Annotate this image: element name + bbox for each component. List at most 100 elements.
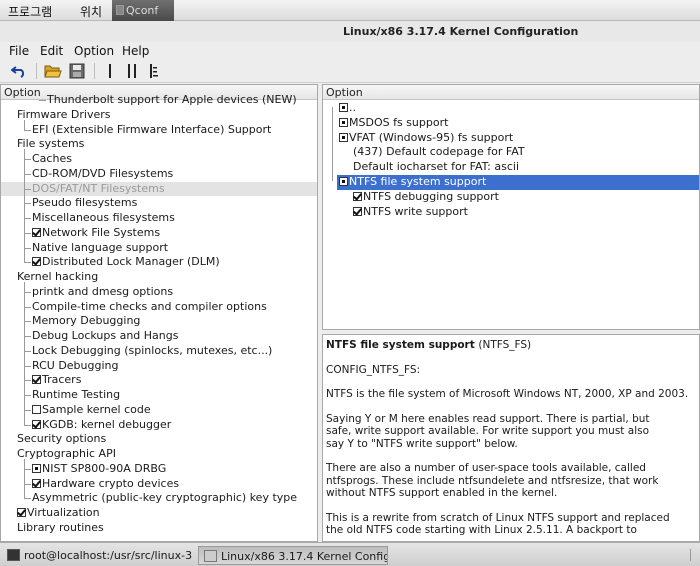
- tree-branch-line: [24, 350, 31, 352]
- menu-help[interactable]: Help: [122, 44, 149, 58]
- tree-branch-line: [24, 291, 31, 293]
- tree-row-label: Network File Systems: [42, 225, 161, 239]
- tree-row[interactable]: NIST SP800-90A DRBG: [32, 462, 317, 477]
- tree-row[interactable]: Library routines: [17, 521, 317, 536]
- tree-row[interactable]: KGDB: kernel debugger: [32, 418, 317, 433]
- tree-row[interactable]: Native language support: [32, 241, 317, 256]
- window-title-bar[interactable]: Linux/x86 3.17.4 Kernel Configuration: [0, 21, 700, 42]
- help-config-name: CONFIG_NTFS_FS:: [326, 363, 421, 376]
- places-menu[interactable]: 위치: [80, 3, 102, 20]
- tree-row[interactable]: Kernel hacking: [17, 270, 317, 285]
- tree-row[interactable]: printk and dmesg options: [32, 285, 317, 300]
- tree-row[interactable]: Virtualization: [17, 506, 317, 521]
- tree-row-label: Default iocharset for FAT: ascii: [353, 160, 520, 174]
- tree-row-label: Memory Debugging: [32, 314, 141, 328]
- system-top-panel: 프로그램 위치 Qconf: [0, 0, 700, 21]
- menu-file[interactable]: File: [9, 44, 29, 58]
- tree-row[interactable]: VFAT (Windows-95) fs support: [339, 131, 699, 146]
- checkbox[interactable]: [17, 508, 26, 517]
- tree-branch-line: [24, 247, 31, 249]
- menu-option[interactable]: Option: [74, 44, 114, 58]
- tree-branch-line: [24, 483, 31, 485]
- tree-row[interactable]: EFI (Extensible Firmware Interface) Supp…: [32, 123, 317, 138]
- checkbox[interactable]: [353, 191, 362, 201]
- terminal-task-button[interactable]: root@localhost:/usr/src/linux-3...: [2, 546, 192, 565]
- tree-row[interactable]: DOS/FAT/NT Filesystems: [1, 181, 317, 197]
- help-text-pane[interactable]: NTFS file system support (NTFS_FS) CONFI…: [322, 334, 700, 542]
- tree-row-label: Distributed Lock Manager (DLM): [42, 255, 220, 269]
- menu-edit[interactable]: Edit: [40, 44, 63, 58]
- tree-guide-line: [24, 459, 25, 499]
- tree-row[interactable]: ..: [339, 101, 699, 116]
- checkbox[interactable]: [32, 419, 41, 429]
- tree-row[interactable]: Miscellaneous filesystems: [32, 211, 317, 226]
- config-list-pane[interactable]: Option .. MSDOS fs support VFAT (Windows-9…: [322, 84, 700, 330]
- workspace-switcher[interactable]: [690, 549, 696, 561]
- tree-branch-line: [24, 380, 31, 382]
- tree-branch-line: [24, 409, 31, 411]
- tree-row[interactable]: Thunderbolt support for Apple devices (N…: [47, 93, 317, 108]
- tree-row[interactable]: MSDOS fs support: [339, 116, 699, 131]
- expand-toggle-icon[interactable]: [339, 177, 348, 186]
- tree-row[interactable]: RCU Debugging: [32, 359, 317, 374]
- tree-row-label: Thunderbolt support for Apple devices (N…: [47, 93, 297, 106]
- save-icon: [69, 63, 85, 79]
- menu-tree-pane[interactable]: Option Thunderbolt support for Apple dev…: [0, 84, 318, 542]
- tree-row[interactable]: Asymmetric (public-key cryptographic) ke…: [32, 491, 317, 506]
- expand-toggle-icon[interactable]: [32, 463, 41, 473]
- tree-row[interactable]: CD-ROM/DVD Filesystems: [32, 167, 317, 182]
- tree-row[interactable]: File systems: [17, 137, 317, 152]
- checkbox[interactable]: [32, 404, 41, 414]
- qconf-task-button[interactable]: Qconf: [112, 0, 174, 21]
- tree-guide-line: [332, 107, 333, 181]
- tree-row[interactable]: Firmware Drivers: [17, 108, 317, 123]
- expand-toggle-icon[interactable]: [339, 103, 348, 112]
- terminal-icon: [7, 549, 20, 561]
- tree-row[interactable]: Runtime Testing: [32, 388, 317, 403]
- tree-branch-line: [24, 498, 31, 500]
- bottom-taskbar: root@localhost:/usr/src/linux-3... Linux…: [0, 542, 700, 566]
- right-pane-header[interactable]: Option: [323, 85, 699, 100]
- single-view-button[interactable]: [100, 61, 120, 81]
- save-button[interactable]: [66, 61, 88, 81]
- tree-row[interactable]: NTFS write support: [353, 204, 699, 220]
- tree-branch-line: [24, 159, 31, 160]
- tree-row[interactable]: Caches: [32, 152, 317, 167]
- tree-row[interactable]: Compile-time checks and compiler options: [32, 300, 317, 315]
- tree-row[interactable]: Distributed Lock Manager (DLM): [32, 255, 317, 270]
- tree-row[interactable]: Lock Debugging (spinlocks, mutexes, etc.…: [32, 344, 317, 359]
- checkbox[interactable]: [32, 478, 41, 488]
- kernel-config-task-button[interactable]: Linux/x86 3.17.4 Kernel Configu...: [198, 546, 388, 565]
- split-view-button[interactable]: [122, 61, 142, 81]
- tree-row[interactable]: Sample kernel code: [32, 403, 317, 418]
- tree-row[interactable]: (437) Default codepage for FAT: [353, 145, 699, 160]
- tree-row[interactable]: Hardware crypto devices: [32, 477, 317, 492]
- tree-row-label: NTFS write support: [363, 204, 468, 218]
- tree-row-label: Miscellaneous filesystems: [32, 211, 175, 224]
- checkbox[interactable]: [32, 375, 41, 385]
- checkbox[interactable]: [32, 257, 41, 267]
- applications-menu[interactable]: 프로그램: [8, 3, 52, 20]
- tree-row-label: Asymmetric (public-key cryptographic) ke…: [32, 491, 298, 505]
- full-view-button[interactable]: [144, 61, 164, 81]
- checkbox[interactable]: [32, 227, 41, 237]
- checkbox[interactable]: [353, 206, 362, 216]
- tree-row[interactable]: Cryptographic API: [17, 447, 317, 462]
- tree-row[interactable]: Default iocharset for FAT: ascii: [353, 160, 699, 175]
- tree-row[interactable]: Network File Systems: [32, 225, 317, 241]
- tree-branch-line: [39, 100, 46, 101]
- back-button[interactable]: [8, 61, 30, 81]
- tree-branch-line: [24, 321, 31, 323]
- expand-toggle-icon[interactable]: [339, 117, 348, 127]
- expand-toggle-icon[interactable]: [339, 132, 348, 142]
- tree-row[interactable]: NTFS file system support: [337, 175, 699, 190]
- tree-row[interactable]: Tracers: [32, 373, 317, 388]
- tree-branch-line: [24, 218, 31, 219]
- tree-row[interactable]: Debug Lockups and Hangs: [32, 329, 317, 344]
- tree-row[interactable]: NTFS debugging support: [353, 190, 699, 205]
- tree-row[interactable]: Security options: [17, 432, 317, 447]
- load-button[interactable]: [42, 61, 64, 81]
- tree-row[interactable]: Memory Debugging: [32, 314, 317, 329]
- toolbar: [0, 59, 700, 83]
- tree-row[interactable]: Pseudo filesystems: [32, 196, 317, 211]
